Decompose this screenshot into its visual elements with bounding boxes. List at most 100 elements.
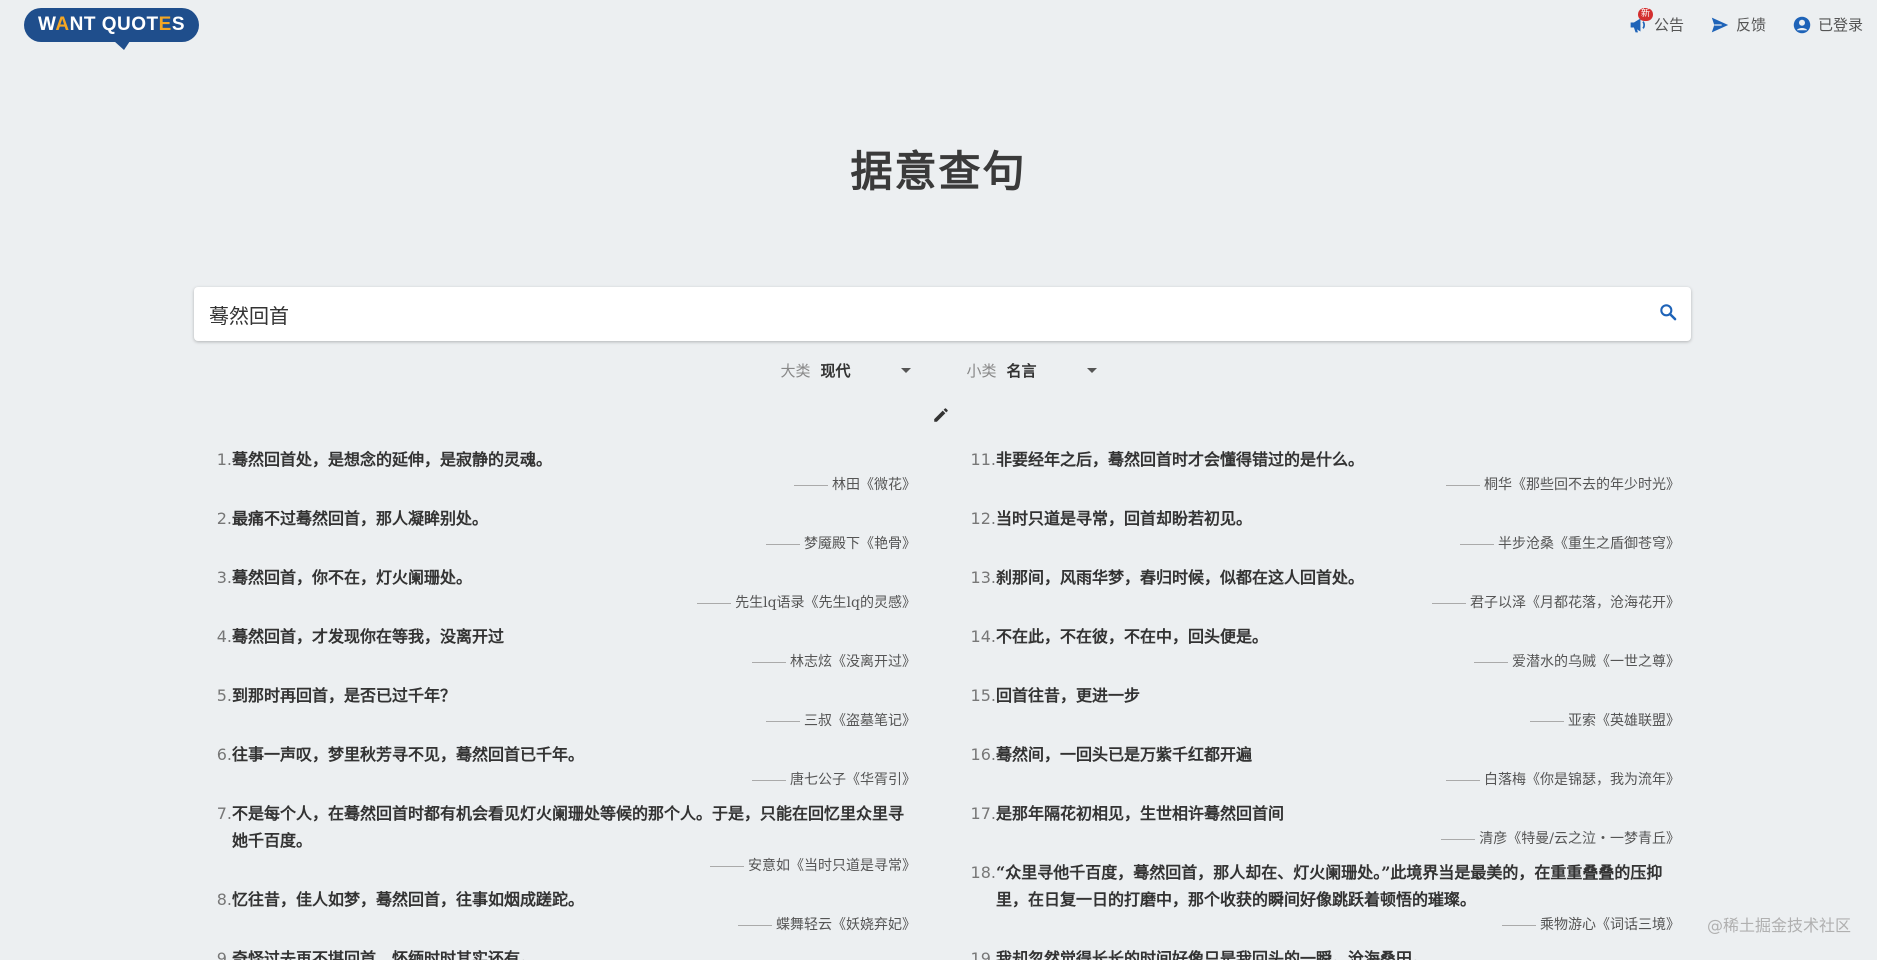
quotes-column-right: 11. 非要经年之后，蓦然回首时才会懂得错过的是什么。 桐华《那些回不去的年少时光》… [960, 446, 1680, 960]
announce-label: 公告 [1653, 16, 1684, 34]
quote-text: 当时只道是寻常，回首却盼若初见。 [996, 509, 1253, 528]
quote-text: 到那时再回首，是否已过千年？ [232, 686, 457, 705]
new-badge: 新 [1637, 8, 1653, 21]
quote-number: 5. [216, 686, 232, 705]
quote-number: 16. [970, 745, 996, 764]
quote-item[interactable]: 3. 蓦然回首，你不在，灯火阑珊处。 先生lq语录《先生lq的灵感》 [196, 564, 916, 615]
quote-text: 非要经年之后，蓦然回首时才会懂得错过的是什么。 [996, 450, 1365, 469]
search-box [194, 287, 1691, 341]
account-icon [1792, 15, 1812, 35]
quote-text: 最痛不过蓦然回首，那人凝眸别处。 [232, 509, 489, 528]
quote-author: 林志炫《没离开过》 [196, 650, 916, 674]
quote-number: 1. [216, 450, 232, 469]
quote-item[interactable]: 12. 当时只道是寻常，回首却盼若初见。半步沧桑《重生之盾御苍穹》 [960, 505, 1680, 556]
quote-author: 亚索《英雄联盟》 [960, 709, 1680, 733]
quote-number: 13. [970, 568, 996, 587]
quote-number: 9. [216, 949, 232, 960]
feedback-button[interactable]: 反馈 [1710, 14, 1766, 35]
quote-item[interactable]: 18. “众里寻他千百度，蓦然回首，那人却在、灯火阑珊处。”此境界当是最美的，在重… [960, 859, 1680, 937]
chevron-down-icon [900, 368, 911, 373]
announce-button[interactable]: 新 公告 [1628, 8, 1684, 35]
feedback-label: 反馈 [1735, 16, 1766, 34]
logo-text-w: W [38, 14, 56, 35]
quote-author: 爱潜水的乌贼《一世之尊》 [960, 650, 1680, 674]
quote-number: 11. [970, 450, 996, 469]
quote-number: 17. [970, 804, 996, 823]
quote-text: 我却忽然觉得长长的时间好像只是我回头的一瞬。沧海桑田。 [996, 949, 1429, 960]
quote-author: 白落梅《你是锦瑟，我为流年》 [960, 768, 1680, 792]
major-category-value: 现代 [820, 362, 851, 380]
quote-number: 14. [970, 627, 996, 646]
minor-category-select[interactable]: 小类 名言 [967, 360, 1097, 381]
app-logo[interactable]: WANT QUOTES [24, 8, 199, 50]
quote-number: 12. [970, 509, 996, 528]
search-button[interactable] [1645, 291, 1691, 337]
quote-text: 不在此，不在彼，不在中，回头便是。 [996, 627, 1269, 646]
quote-item[interactable]: 7. 不是每个人，在蓦然回首时都有机会看见灯火阑珊处等候的那个人。于是，只能在回忆… [196, 800, 916, 878]
quote-item[interactable]: 6. 往事一声叹，梦里秋芳寻不见，蓦然回首已千年。唐七公子《华胥引》 [196, 741, 916, 792]
quote-number: 15. [970, 686, 996, 705]
logo-text-a: A [55, 14, 70, 35]
quote-item[interactable]: 15. 回首往昔，更进一步亚索《英雄联盟》 [960, 682, 1680, 733]
quote-item[interactable]: 4. 蓦然回首，才发现你在等我，没离开过林志炫《没离开过》 [196, 623, 916, 674]
logo-tail [114, 41, 130, 50]
quote-author: 梦魇殿下《艳骨》 [196, 532, 916, 556]
quote-item[interactable]: 14. 不在此，不在彼，不在中，回头便是。爱潜水的乌贼《一世之尊》 [960, 623, 1680, 674]
quote-author: 半步沧桑《重生之盾御苍穹》 [960, 532, 1680, 556]
quote-number: 4. [216, 627, 232, 646]
quote-item[interactable]: 16. 蓦然间，一回头已是万紫千红都开遍白落梅《你是锦瑟，我为流年》 [960, 741, 1680, 792]
quote-number: 19. [970, 949, 996, 960]
quote-number: 7. [216, 804, 232, 823]
quotes-column-left: 1. 蓦然回首处，是想念的延伸，是寂静的灵魂。林田《微花》 2. 最痛不过蓦然回首，… [196, 446, 916, 960]
quote-item[interactable]: 9. 奇怪过去再不堪回首，怀缅时时其实还有。 [196, 945, 916, 960]
quote-number: 3. [216, 568, 232, 587]
minor-category-label: 小类 [966, 362, 997, 380]
quote-number: 18. [970, 863, 996, 882]
account-label: 已登录 [1817, 16, 1863, 34]
quote-item[interactable]: 19. 我却忽然觉得长长的时间好像只是我回头的一瞬。沧海桑田。 [960, 945, 1680, 960]
major-category-label: 大类 [780, 362, 811, 380]
quote-author: 三叔《盗墓笔记》 [196, 709, 916, 733]
logo-text-e: E [158, 14, 172, 35]
quote-author: 清彦《特曼/云之泣・一梦青丘》 [960, 827, 1680, 851]
quote-item[interactable]: 11. 非要经年之后，蓦然回首时才会懂得错过的是什么。 桐华《那些回不去的年少时光》 [960, 446, 1680, 497]
filters: 大类 现代 小类 名言 [0, 360, 1877, 381]
quote-item[interactable]: 5. 到那时再回首，是否已过千年？ 三叔《盗墓笔记》 [196, 682, 916, 733]
quote-author: 林田《微花》 [196, 473, 916, 497]
quote-author: 蝶舞轻云《妖娆弃妃》 [196, 913, 916, 937]
quote-author: 唐七公子《华胥引》 [196, 768, 916, 792]
quote-item[interactable]: 2. 最痛不过蓦然回首，那人凝眸别处。梦魇殿下《艳骨》 [196, 505, 916, 556]
send-icon [1710, 15, 1730, 35]
quote-text: 奇怪过去再不堪回首，怀缅时时其实还有。 [232, 949, 537, 960]
quote-author: 君子以泽《月都花落，沧海花开》 [960, 591, 1680, 615]
page-title: 据意查句 [850, 147, 1027, 196]
quote-item[interactable]: 8. 忆往昔，佳人如梦，蓦然回首，往事如烟成蹉跎。 蝶舞轻云《妖娆弃妃》 [196, 886, 916, 937]
quote-text: 蓦然间，一回头已是万紫千红都开遍 [996, 745, 1253, 764]
quote-number: 6. [216, 745, 232, 764]
quote-text: 往事一声叹，梦里秋芳寻不见，蓦然回首已千年。 [232, 745, 585, 764]
quote-author: 先生lq语录《先生lq的灵感》 [196, 591, 916, 615]
search-icon [1658, 302, 1678, 326]
top-nav: 新 公告 反馈 已登录 [1628, 8, 1863, 35]
quote-author: 乘物游心《词话三境》 [960, 913, 1680, 937]
quote-text: 蓦然回首处，是想念的延伸，是寂静的灵魂。 [232, 450, 553, 469]
quote-item[interactable]: 17. 是那年隔花初相见，生世相许蓦然回首间 清彦《特曼/云之泣・一梦青丘》 [960, 800, 1680, 851]
edit-button[interactable] [932, 406, 952, 426]
quote-text: 不是每个人，在蓦然回首时都有机会看见灯火阑珊处等候的那个人。于是，只能在回忆里众… [232, 804, 905, 850]
quote-item[interactable]: 13. 刹那间，风雨华梦，春归时候，似都在这人回首处。 君子以泽《月都花落，沧海花开… [960, 564, 1680, 615]
major-category-select[interactable]: 大类 现代 [780, 360, 911, 381]
quote-number: 8. [216, 890, 232, 909]
quote-item[interactable]: 1. 蓦然回首处，是想念的延伸，是寂静的灵魂。林田《微花》 [196, 446, 916, 497]
quote-author: 安意如《当时只道是寻常》 [196, 854, 916, 878]
quote-text: 蓦然回首，才发现你在等我，没离开过 [232, 627, 505, 646]
minor-category-value: 名言 [1006, 362, 1037, 380]
logo-text-nt: NT QUOT [69, 14, 159, 35]
account-button[interactable]: 已登录 [1792, 14, 1863, 35]
watermark: @稀土掘金技术社区 [1706, 916, 1851, 935]
quote-text: 回首往昔，更进一步 [996, 686, 1141, 705]
logo-text-s: S [171, 14, 185, 35]
quote-number: 2. [216, 509, 232, 528]
chevron-down-icon [1086, 368, 1097, 373]
search-input[interactable] [194, 287, 1645, 341]
quote-text: “众里寻他千百度，蓦然回首，那人却在、灯火阑珊处。”此境界当是最美的，在重重叠叠… [996, 863, 1663, 909]
